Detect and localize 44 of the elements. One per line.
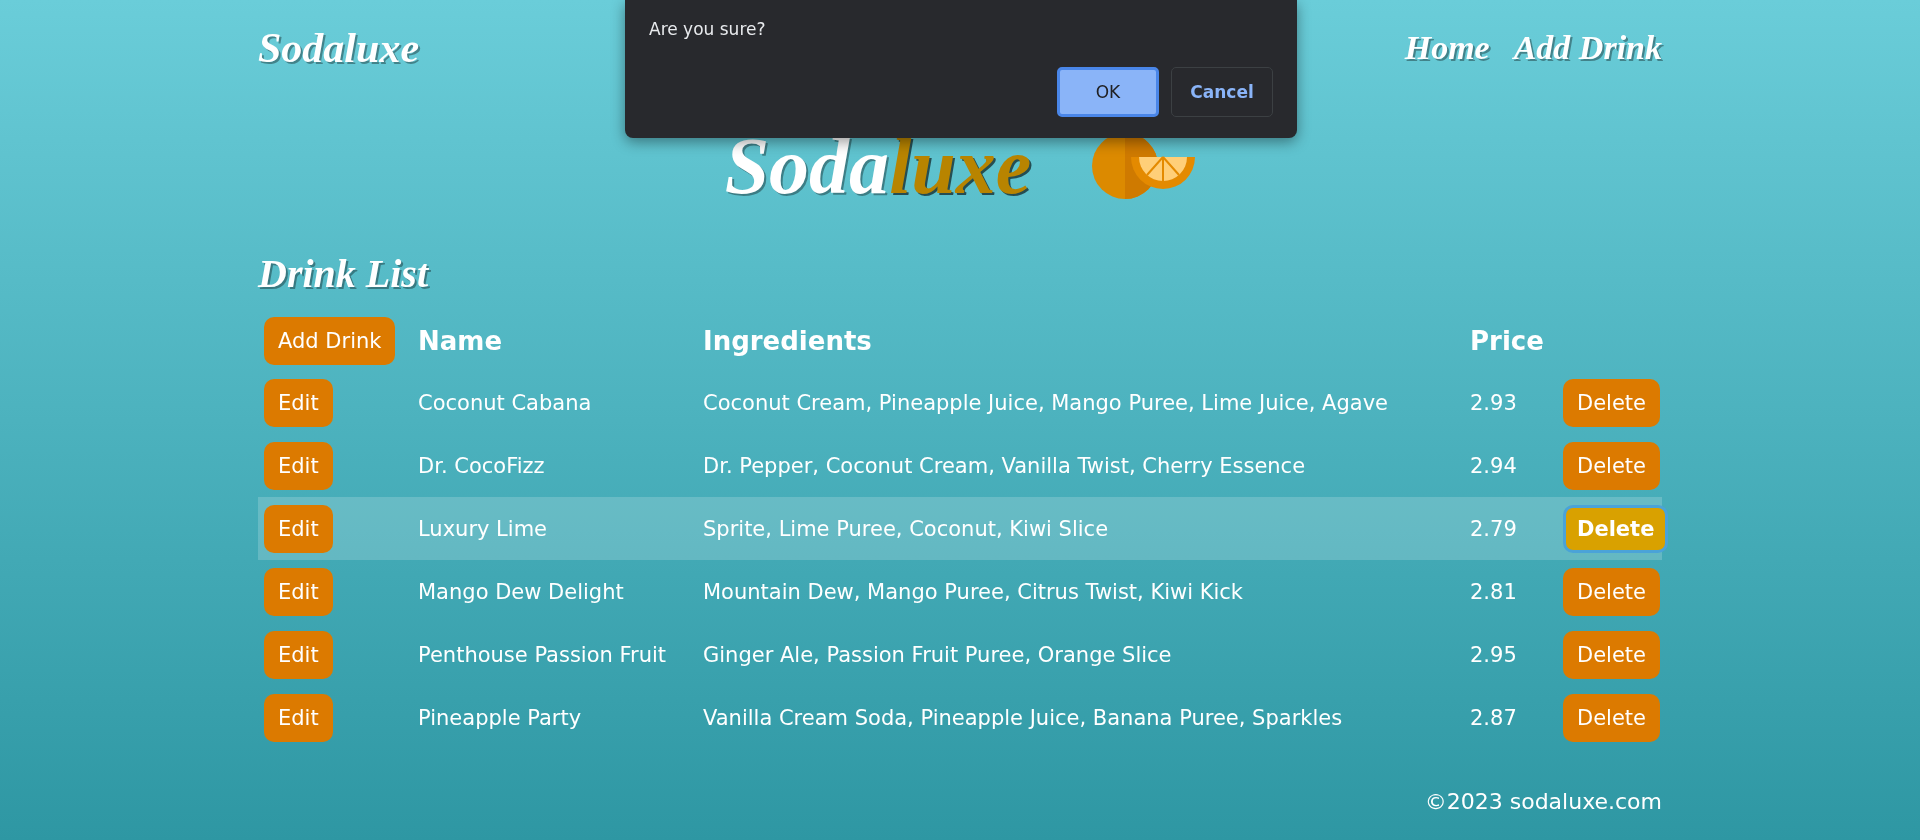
- dialog-message: Are you sure?: [649, 19, 767, 39]
- footer-text: ©2023 sodaluxe.com: [1424, 789, 1662, 814]
- edit-button[interactable]: Edit: [264, 693, 333, 742]
- ok-button[interactable]: OK: [1057, 67, 1159, 117]
- delete-button[interactable]: Delete: [1563, 693, 1660, 742]
- table-cell-text: 2.93: [1470, 390, 1518, 415]
- add-drink-button[interactable]: Add Drink: [264, 317, 396, 365]
- table-cell-text: Sprite, Lime Puree, Coconut, Kiwi Slice: [703, 516, 1110, 541]
- table-cell-text: Mountain Dew, Mango Puree, Citrus Twist, Kiwi Kick: [703, 579, 1245, 604]
- hero-logo-text: Soda: [724, 120, 890, 212]
- nav-link[interactable]: Add Drink: [1513, 29, 1662, 67]
- table-cell-text: Ginger Ale, Passion Fruit Puree, Orange Slice: [703, 642, 1173, 667]
- table-cell-text: Dr. Pepper, Coconut Cream, Vanilla Twist, Cherry Essence: [703, 453, 1307, 478]
- column-header: Price: [1470, 326, 1545, 356]
- table-cell-text: Pineapple Party: [418, 705, 583, 730]
- table-cell-text: Dr. CocoFizz: [418, 453, 546, 478]
- table-cell-text: Coconut Cream, Pineapple Juice, Mango Puree, Lime Juice, Agave: [703, 390, 1389, 415]
- table-cell-text: 2.81: [1470, 579, 1518, 604]
- column-header: Ingredients: [703, 326, 873, 356]
- table-cell-text: Penthouse Passion Fruit: [418, 642, 668, 667]
- edit-button[interactable]: Edit: [264, 630, 333, 679]
- cancel-button[interactable]: Cancel: [1171, 67, 1273, 117]
- edit-button[interactable]: Edit: [264, 504, 333, 553]
- table-cell-text: Mango Dew Delight: [418, 579, 625, 604]
- column-header: Name: [418, 326, 504, 356]
- nav-link[interactable]: Home: [1404, 29, 1490, 67]
- section-title: Drink List: [258, 250, 430, 297]
- table-cell-text: Coconut Cabana: [418, 390, 593, 415]
- delete-button[interactable]: Delete: [1563, 378, 1660, 427]
- table-cell-text: 2.87: [1470, 705, 1518, 730]
- hero-logo-text: luxe: [889, 120, 1032, 212]
- edit-button[interactable]: Edit: [264, 441, 333, 490]
- delete-button[interactable]: Delete: [1563, 504, 1669, 553]
- edit-button[interactable]: Edit: [264, 567, 333, 616]
- delete-button[interactable]: Delete: [1563, 567, 1660, 616]
- table-cell-text: Vanilla Cream Soda, Pineapple Juice, Banana Puree, Sparkles: [703, 705, 1344, 730]
- table-cell-text: 2.79: [1470, 516, 1518, 541]
- table-cell-text: 2.94: [1470, 453, 1518, 478]
- delete-button[interactable]: Delete: [1563, 441, 1660, 490]
- table-cell-text: Luxury Lime: [418, 516, 549, 541]
- delete-button[interactable]: Delete: [1563, 630, 1660, 679]
- table-cell-text: 2.95: [1470, 642, 1518, 667]
- edit-button[interactable]: Edit: [264, 378, 333, 427]
- brand-logo[interactable]: Sodaluxe: [258, 24, 420, 72]
